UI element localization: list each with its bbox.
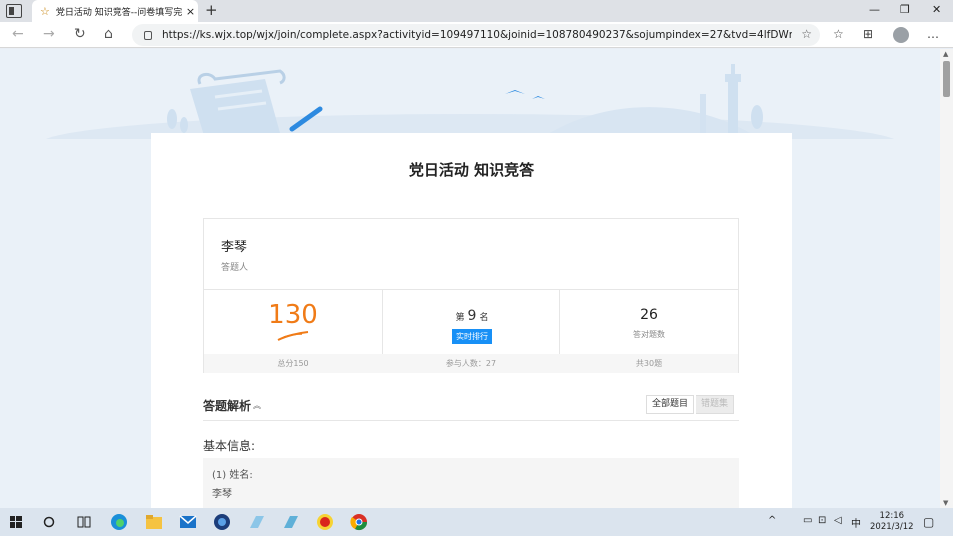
profile-avatar[interactable] [893, 27, 909, 43]
tray-expand-icon[interactable]: ^ [768, 515, 776, 526]
rank-value: 9 [467, 308, 477, 324]
collections-icon[interactable]: ⊞ [863, 27, 873, 41]
lock-icon [144, 30, 152, 40]
minimize-button[interactable]: — [869, 3, 880, 16]
stats-row: 130 第9名 实时排行 26 答对题数 [204, 289, 738, 354]
task-view-icon[interactable] [77, 516, 91, 528]
analysis-header: 答题解析 ︽ 全部题目 错题集 [203, 395, 739, 421]
forward-button[interactable]: → [43, 26, 55, 42]
app-icon-2[interactable] [248, 513, 266, 531]
respondent-label: 答题人 [221, 263, 249, 273]
edge-icon[interactable] [110, 513, 128, 531]
respondent-name: 李琴 [221, 240, 248, 255]
correct-cell: 26 答对题数 [560, 290, 738, 354]
scroll-up-icon[interactable]: ▲ [943, 50, 948, 58]
add-favorite-icon[interactable]: ☆ [801, 27, 812, 41]
clock-time: 12:16 [879, 511, 905, 521]
banner-illustration [46, 64, 894, 139]
rank-cell: 第9名 实时排行 [382, 290, 560, 354]
more-menu-icon[interactable]: … [927, 27, 939, 41]
back-button[interactable]: ← [12, 26, 24, 42]
browser-toolbar: ← → ↻ ⌂ https://ks.wjx.top/wjx/join/comp… [0, 22, 953, 48]
realtime-rank-button[interactable]: 实时排行 [452, 329, 492, 344]
chrome-icon[interactable] [350, 513, 368, 531]
search-icon[interactable] [43, 516, 55, 528]
analysis-label: 答题解析 [203, 399, 252, 413]
page-scrollbar[interactable]: ▲ ▼ [940, 49, 953, 508]
rank-line: 第9名 [383, 308, 561, 324]
close-window-button[interactable]: ✕ [932, 3, 941, 16]
tab-title: 党日活动 知识竞答--问卷填写完 [55, 7, 182, 18]
total-score-label: 总分150 [277, 359, 309, 368]
rank-suffix: 名 [479, 313, 489, 323]
scroll-down-icon[interactable]: ▼ [943, 499, 948, 507]
score-panel: 李琴 答题人 130 第9名 实时排行 26 答对题数 总分150 参与人数：2… [203, 218, 739, 373]
party-emblem-icon[interactable] [316, 513, 334, 531]
active-tab[interactable]: ☆ 党日活动 知识竞答--问卷填写完 × [32, 0, 198, 22]
volume-icon[interactable]: ◁ [834, 515, 842, 526]
address-bar[interactable]: https://ks.wjx.top/wjx/join/complete.asp… [132, 24, 820, 46]
refresh-button[interactable]: ↻ [74, 26, 86, 42]
answer-text: 李琴 [212, 489, 232, 500]
app-icon[interactable] [213, 513, 231, 531]
filter-wrong-button[interactable]: 错题集 [696, 395, 735, 414]
collapse-chevron-icon[interactable]: ︽ [253, 400, 261, 411]
question-text: (1) 姓名: [212, 470, 253, 481]
system-clock[interactable]: 12:16 2021/3/12 [870, 511, 914, 533]
correct-count: 26 [640, 307, 658, 323]
scrollbar-thumb[interactable] [943, 61, 950, 97]
participants-label: 参与人数：27 [445, 359, 497, 368]
filter-all-button[interactable]: 全部题目 [646, 395, 695, 414]
favorite-star-icon: ☆ [40, 4, 50, 18]
windows-start-icon[interactable] [10, 516, 22, 528]
score-swoosh-icon [277, 331, 309, 341]
file-explorer-icon[interactable] [145, 513, 163, 531]
ime-indicator[interactable]: 中 [851, 515, 861, 530]
basic-info-label: 基本信息: [203, 439, 256, 453]
stats-footer: 总分150 参与人数：27 共30题 [204, 354, 738, 373]
battery-icon[interactable]: ▭ [803, 515, 812, 526]
score-value: 130 [268, 300, 318, 330]
app-icon-3[interactable] [282, 513, 300, 531]
score-cell: 130 [204, 290, 382, 354]
tab-actions-icon[interactable] [6, 4, 22, 18]
rank-prefix: 第 [455, 313, 465, 323]
tab-bar: ☆ 党日活动 知识竞答--问卷填写完 × + — ❐ ✕ [0, 0, 953, 22]
survey-title: 党日活动 知识竞答 [408, 161, 535, 179]
mail-icon[interactable] [179, 513, 197, 531]
question-item: (1) 姓名: 李琴 [203, 458, 739, 508]
notification-icon[interactable]: ▢ [923, 515, 934, 529]
network-icon[interactable]: ⊡ [818, 515, 826, 526]
windows-taskbar: ^ ▭ ⊡ ◁ 中 12:16 2021/3/12 ▢ [0, 508, 953, 536]
restore-button[interactable]: ❐ [900, 3, 910, 16]
clock-date: 2021/3/12 [870, 522, 914, 532]
result-card: 党日活动 知识竞答 李琴 答题人 130 第9名 实时排行 26 答对题数 总分… [151, 133, 792, 508]
new-tab-button[interactable]: + [205, 1, 218, 19]
tab-close-button[interactable]: × [186, 5, 195, 18]
url-text: https://ks.wjx.top/wjx/join/complete.asp… [162, 29, 792, 41]
correct-label: 答对题数 [633, 330, 665, 339]
question-total-label: 共30题 [635, 359, 663, 368]
home-button[interactable]: ⌂ [104, 26, 113, 42]
favorites-icon[interactable]: ☆ [833, 27, 844, 41]
page-viewport: 党日活动 知识竞答 李琴 答题人 130 第9名 实时排行 26 答对题数 总分… [0, 49, 940, 508]
